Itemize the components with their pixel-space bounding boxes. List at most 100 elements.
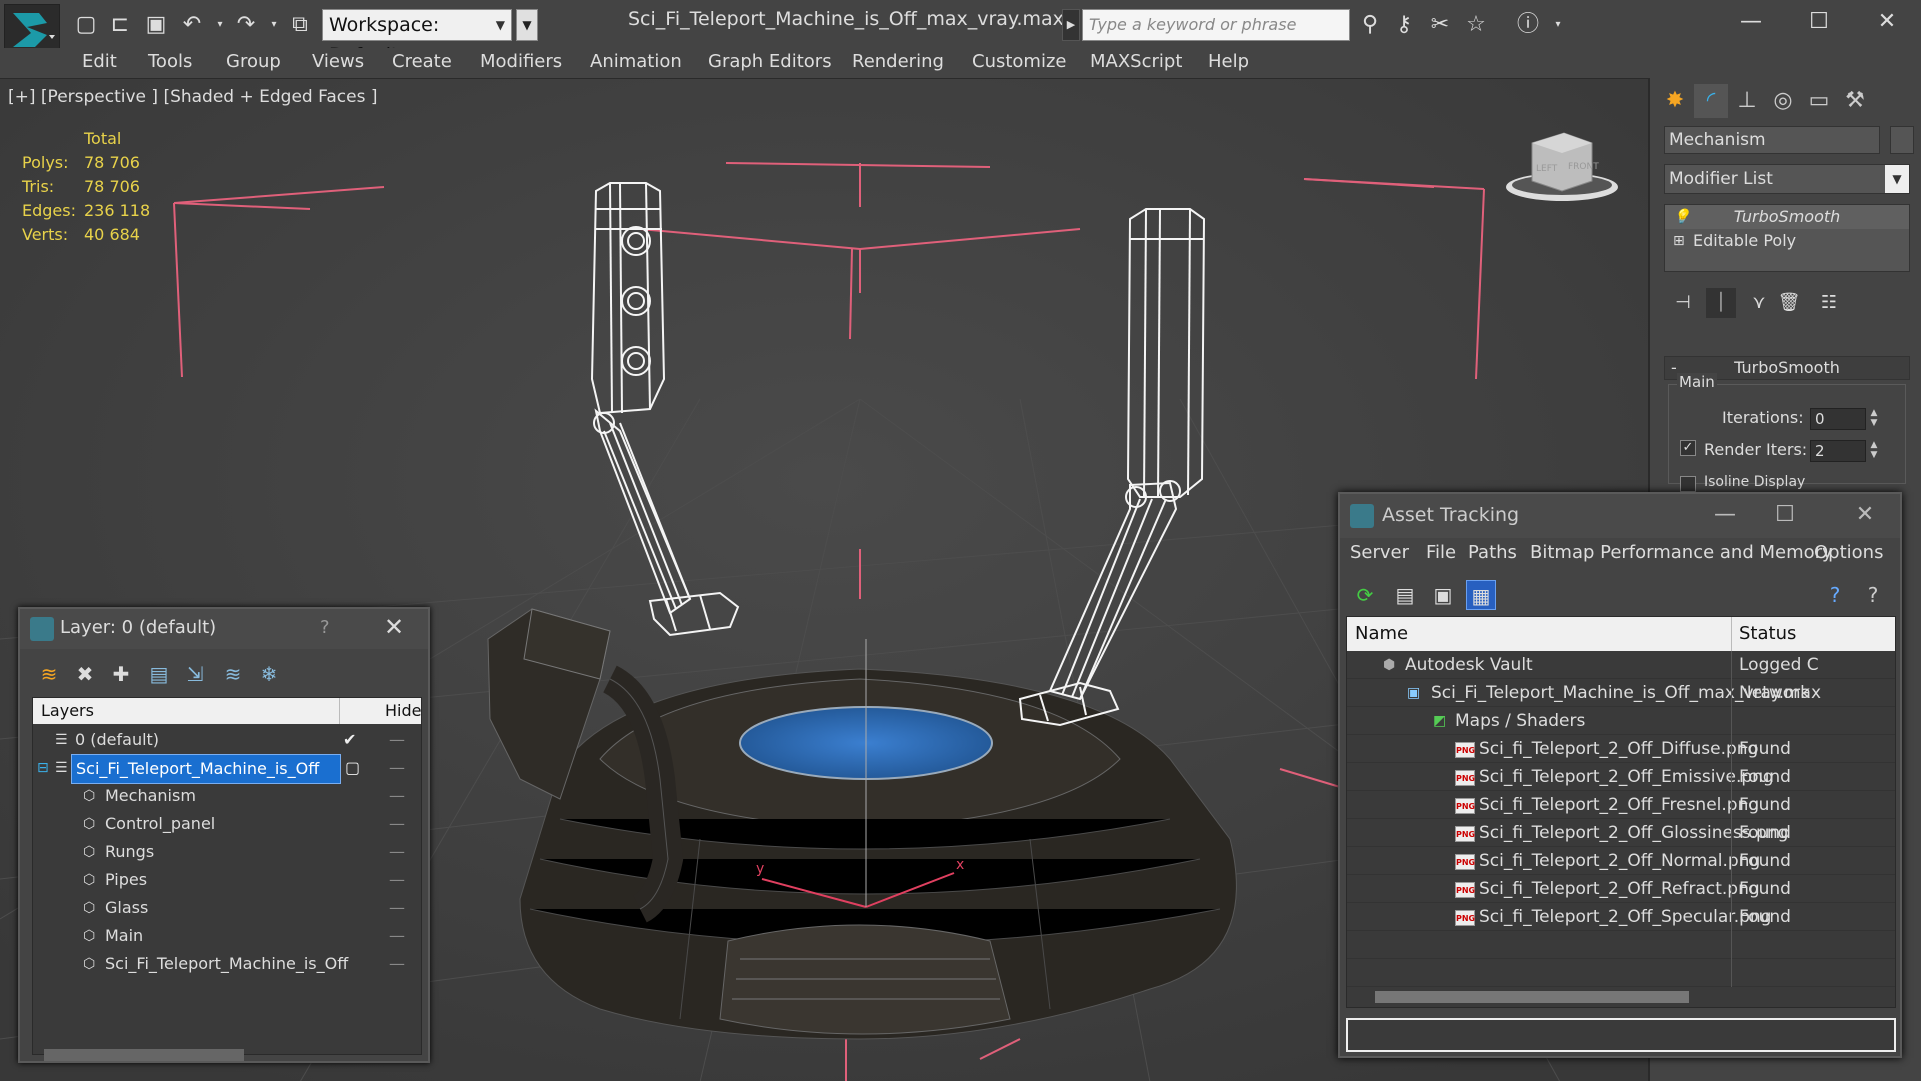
menu-rendering[interactable]: Rendering bbox=[852, 49, 944, 75]
search-input[interactable]: Type a keyword or phrase bbox=[1082, 9, 1350, 41]
column-hide[interactable]: Hide bbox=[385, 698, 421, 724]
new-file-icon[interactable]: ▢ bbox=[72, 12, 100, 38]
key-icon[interactable]: ⚷ bbox=[1388, 10, 1420, 40]
asset-path-field[interactable] bbox=[1346, 1018, 1896, 1052]
help-button[interactable]: ? bbox=[320, 617, 330, 638]
menu-create[interactable]: Create bbox=[392, 49, 452, 75]
set-current-layer-icon[interactable]: ≋ bbox=[218, 659, 248, 689]
add-to-layer-icon[interactable]: ✚ bbox=[106, 659, 136, 689]
menu-server[interactable]: Server bbox=[1350, 542, 1409, 563]
close-icon[interactable]: ✕ bbox=[384, 613, 404, 641]
minimize-icon[interactable]: — bbox=[1700, 500, 1750, 530]
stack-item-editable-poly[interactable]: ⊞ Editable Poly bbox=[1665, 229, 1909, 253]
refresh-icon[interactable]: ⟳ bbox=[1350, 580, 1380, 610]
spinner-arrows-icon[interactable]: ▲ ▼ bbox=[1868, 408, 1880, 430]
asset-row[interactable]: PNG Sci_fi_Teleport_2_Off_Fresnel.png Fo… bbox=[1347, 791, 1895, 819]
remove-modifier-icon[interactable]: 🗑 bbox=[1774, 288, 1804, 318]
horizontal-scrollbar[interactable] bbox=[44, 1049, 244, 1061]
delete-layer-icon[interactable]: ✖ bbox=[70, 659, 100, 689]
current-layer-check-icon[interactable]: ✔ bbox=[343, 726, 356, 754]
workspace-select[interactable]: Workspace: Default▼ bbox=[322, 9, 512, 66]
project-icon[interactable]: ⧉ bbox=[286, 12, 314, 38]
asset-row[interactable]: ◩ Maps / Shaders bbox=[1347, 707, 1895, 735]
menu-tools[interactable]: Tools bbox=[148, 49, 192, 75]
object-row[interactable]: ⬡ Main — bbox=[33, 922, 421, 950]
workspace-menu-button[interactable]: ▼ bbox=[516, 9, 538, 41]
list-view-icon[interactable]: ▤ bbox=[1390, 580, 1420, 610]
undo-icon[interactable]: ↶ bbox=[178, 12, 206, 38]
help-dropdown-icon[interactable]: ▾ bbox=[1542, 10, 1574, 40]
select-layer-icon[interactable]: ⇲ bbox=[180, 659, 210, 689]
pin-stack-icon[interactable]: ⊣ bbox=[1668, 288, 1698, 318]
open-file-icon[interactable]: ⊏ bbox=[106, 12, 134, 38]
object-row[interactable]: ⬡ Rungs — bbox=[33, 838, 421, 866]
asset-row[interactable]: PNG Sci_fi_Teleport_2_Off_Specular.png F… bbox=[1347, 903, 1895, 931]
redo-dropdown-icon[interactable]: ▾ bbox=[260, 12, 288, 38]
isoline-checkbox[interactable] bbox=[1680, 476, 1696, 492]
minimize-icon[interactable]: — bbox=[1716, 4, 1786, 40]
hide-toggle-icon[interactable]: — bbox=[389, 810, 405, 838]
menu-file[interactable]: File bbox=[1426, 542, 1456, 563]
render-iters-spinner[interactable]: 2 bbox=[1810, 440, 1866, 462]
help-icon[interactable]: ⓘ bbox=[1512, 10, 1544, 40]
menu-graph-editors[interactable]: Graph Editors bbox=[708, 49, 832, 75]
horizontal-scrollbar[interactable] bbox=[1375, 991, 1689, 1003]
create-tab-icon[interactable]: ✸ bbox=[1658, 84, 1692, 118]
asset-row[interactable]: ▣ Sci_Fi_Teleport_Machine_is_Off_max_vra… bbox=[1347, 679, 1895, 707]
make-unique-icon[interactable]: ⋎ bbox=[1744, 288, 1774, 318]
binoculars-icon[interactable]: ⚲ bbox=[1354, 10, 1386, 40]
current-layer-box-icon[interactable]: ▢ bbox=[345, 754, 360, 782]
stack-item-turbosmooth[interactable]: 💡 TurboSmooth bbox=[1665, 205, 1909, 229]
configure-sets-icon[interactable]: ☷ bbox=[1814, 288, 1844, 318]
hide-toggle-icon[interactable]: — bbox=[389, 838, 405, 866]
menu-edit[interactable]: Edit bbox=[82, 49, 117, 75]
help-icon[interactable]: ? bbox=[1820, 580, 1850, 610]
show-end-result-icon[interactable]: ⏐ bbox=[1706, 288, 1736, 318]
search-expand-icon[interactable]: ▶ bbox=[1062, 9, 1080, 41]
undo-dropdown-icon[interactable]: ▾ bbox=[206, 12, 234, 38]
hierarchy-tab-icon[interactable]: ⊥ bbox=[1730, 84, 1764, 118]
hide-toggle-icon[interactable]: — bbox=[389, 866, 405, 894]
column-name[interactable]: Name bbox=[1355, 617, 1408, 651]
table-view-icon[interactable]: ▦ bbox=[1466, 580, 1496, 610]
layer-row[interactable]: ⊟ ☰ Sci_Fi_Teleport_Machine_is_Off ▢ — bbox=[33, 754, 421, 784]
asset-row[interactable]: PNG Sci_fi_Teleport_2_Off_Emissive.png F… bbox=[1347, 763, 1895, 791]
menu-group[interactable]: Group bbox=[226, 49, 281, 75]
redo-icon[interactable]: ↷ bbox=[232, 12, 260, 38]
tools-icon[interactable]: ✂ bbox=[1424, 10, 1456, 40]
object-row[interactable]: ⬡ Pipes — bbox=[33, 866, 421, 894]
menu-paths[interactable]: Paths bbox=[1468, 542, 1517, 563]
asset-row[interactable]: ⬢ Autodesk Vault Logged C bbox=[1347, 651, 1895, 679]
render-iters-checkbox[interactable]: ✓ bbox=[1680, 440, 1696, 456]
object-row[interactable]: ⬡ Sci_Fi_Teleport_Machine_is_Off — bbox=[33, 950, 421, 978]
menu-modifiers[interactable]: Modifiers bbox=[480, 49, 562, 75]
layer-window-titlebar[interactable]: Layer: 0 (default) ? ✕ bbox=[20, 609, 428, 649]
menu-animation[interactable]: Animation bbox=[590, 49, 682, 75]
asset-row[interactable]: PNG Sci_fi_Teleport_2_Off_Refract.png Fo… bbox=[1347, 875, 1895, 903]
object-row[interactable]: ⬡ Control_panel — bbox=[33, 810, 421, 838]
menu-customize[interactable]: Customize bbox=[972, 49, 1066, 75]
viewport-label[interactable]: [+] [Perspective ] [Shaded + Edged Faces… bbox=[8, 87, 377, 107]
menu-views[interactable]: Views bbox=[312, 49, 364, 75]
select-objects-icon[interactable]: ▤ bbox=[144, 659, 174, 689]
modify-tab-icon[interactable]: ◜ bbox=[1694, 84, 1728, 118]
lightbulb-icon[interactable]: 💡 bbox=[1673, 205, 1690, 229]
asset-row[interactable]: PNG Sci_fi_Teleport_2_Off_Normal.png Fou… bbox=[1347, 847, 1895, 875]
object-row[interactable]: ⬡ Mechanism — bbox=[33, 782, 421, 810]
layer-properties-icon[interactable]: ❄ bbox=[254, 659, 284, 689]
star-icon[interactable]: ☆ bbox=[1460, 10, 1492, 40]
column-layers[interactable]: Layers bbox=[41, 698, 94, 724]
asset-row[interactable]: PNG Sci_fi_Teleport_2_Off_Diffuse.png Fo… bbox=[1347, 735, 1895, 763]
utilities-tab-icon[interactable]: ⚒ bbox=[1838, 84, 1872, 118]
hide-toggle-icon[interactable]: — bbox=[389, 894, 405, 922]
thumbnail-view-icon[interactable]: ▣ bbox=[1428, 580, 1458, 610]
close-icon[interactable]: ✕ bbox=[1840, 500, 1890, 530]
menu-help[interactable]: Help bbox=[1208, 49, 1249, 75]
object-row[interactable]: ⬡ Glass — bbox=[33, 894, 421, 922]
menu-maxscript[interactable]: MAXScript bbox=[1090, 49, 1182, 75]
object-name-field[interactable]: Mechanism bbox=[1664, 126, 1880, 154]
close-icon[interactable]: ✕ bbox=[1852, 4, 1921, 40]
menu-bitmap-performance[interactable]: Bitmap Performance and Memory bbox=[1530, 542, 1833, 563]
object-color-swatch[interactable] bbox=[1890, 126, 1914, 154]
spinner-arrows-icon[interactable]: ▲ ▼ bbox=[1868, 440, 1880, 462]
